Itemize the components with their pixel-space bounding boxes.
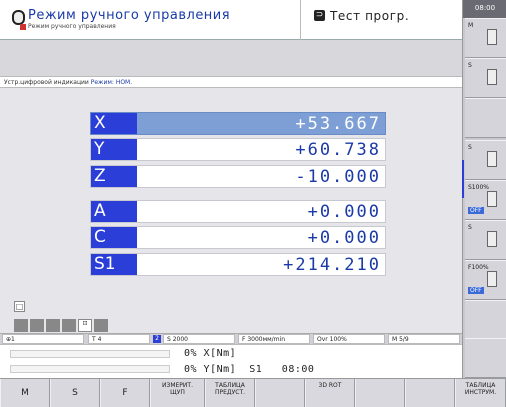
info-tool: T 4 — [88, 334, 150, 344]
info-override: Ovr 100% — [313, 334, 385, 344]
axis-row-s1[interactable]: S1 +214.210 — [90, 253, 386, 276]
softkey-9[interactable] — [405, 379, 455, 407]
info-point: ⊕1 — [2, 334, 84, 344]
off-badge: OFF — [468, 207, 484, 214]
axis-label: C — [91, 227, 137, 248]
position-display: X +53.667 Y +60.738 Z -10.000 A +0.000 C +0.000 S1… — [0, 88, 462, 333]
load-text-y: 0% Y[Nm] S1 08:00 — [184, 364, 315, 375]
mode-subtitle: Режим ручного управления — [28, 23, 116, 30]
status-square-icon — [30, 319, 44, 332]
tool-status-icon: ⊡ — [78, 319, 92, 332]
axis-row-c[interactable]: C +0.000 — [90, 226, 386, 249]
side-softkey-tag: F100% — [468, 264, 489, 271]
side-softkey-2[interactable]: S — [465, 58, 506, 98]
axis-row-a[interactable]: A +0.000 — [90, 200, 386, 223]
softkey-label: ИЗМЕРИТ. ЩУП — [162, 382, 193, 396]
side-softkey-tag: S100% — [468, 184, 489, 191]
softkey-5[interactable]: ТАБЛИЦА ПРЕДУСТ. — [205, 379, 255, 407]
info-spindle: S 2000 — [163, 334, 235, 344]
axis-label: S1 — [91, 254, 137, 275]
load-area: 0% X[Nm] 0% Y[Nm] S1 08:00 — [0, 344, 462, 378]
info-bar: ⊕1 T 4 2 S 2000 F 3000мм/min Ovr 100% M … — [0, 333, 462, 344]
axis-value: +60.738 — [295, 140, 381, 160]
load-bar-y — [10, 365, 170, 373]
side-softkey-9[interactable] — [465, 338, 506, 378]
side-softkey-6[interactable]: S — [465, 220, 506, 260]
manual-mode-icon — [12, 10, 25, 25]
info-mfunc: M 5/9 — [388, 334, 460, 344]
off-badge: OFF — [468, 287, 484, 294]
mode-sub-icon — [20, 24, 26, 30]
side-softkey-1[interactable]: M — [465, 18, 506, 58]
clock: 08:00 — [463, 0, 506, 18]
info-feed: F 3000мм/min — [238, 334, 310, 344]
axis-row-x[interactable]: X +53.667 — [90, 112, 386, 135]
axis-row-z[interactable]: Z -10.000 — [90, 165, 386, 188]
softkey-label: ТАБЛИЦА ПРЕДУСТ. — [214, 382, 246, 396]
status-line: Устр.цифровой индикации Режим: НОМ. — [0, 76, 462, 88]
status-label: Устр.цифровой индикации — [4, 79, 89, 86]
spindle-icon — [487, 69, 497, 85]
axis-label: A — [91, 201, 137, 222]
status-square-icon — [14, 319, 28, 332]
side-softkey-5[interactable]: S100% OFF — [465, 180, 506, 220]
side-softkey-tag: M — [468, 22, 474, 29]
status-square-icon — [62, 319, 76, 332]
side-softkey-tag: S — [468, 62, 472, 69]
axis-value: +0.000 — [307, 228, 381, 248]
mode-title: Режим ручного управления — [28, 8, 231, 23]
axis-label: Z — [91, 166, 137, 187]
softkey-7[interactable]: 3D ROT — [305, 379, 355, 407]
softkey-4[interactable]: ИЗМЕРИТ. ЩУП — [150, 379, 205, 407]
softkey-10[interactable]: ТАБЛИЦА ИНСТРУМ. — [455, 379, 506, 407]
load-bar-x — [10, 350, 170, 358]
side-softkey-4[interactable]: S — [465, 140, 506, 180]
side-softkey-3[interactable] — [465, 98, 506, 138]
status-square-icon — [94, 319, 108, 332]
side-accent — [462, 160, 464, 198]
side-softkey-tag: S — [468, 144, 472, 151]
status-square-icon — [46, 319, 60, 332]
softkey-label: M — [21, 388, 29, 398]
softkey-bar: M S F ИЗМЕРИТ. ЩУП ТАБЛИЦА ПРЕДУСТ. 3D ROT ТАБ… — [0, 378, 506, 407]
header: Режим ручного управления Режим ручного у… — [0, 0, 462, 40]
axis-value: +53.667 — [295, 114, 381, 134]
softkey-label: F — [122, 388, 128, 398]
spindle-icon — [487, 29, 497, 45]
axis-label: Y — [91, 139, 137, 160]
side-softkey-7[interactable]: F100% OFF — [465, 260, 506, 300]
spindle-icon — [487, 191, 497, 207]
side-softkey-8[interactable] — [465, 300, 506, 340]
softkey-label: 3D ROT — [318, 382, 342, 389]
axis-label: X — [91, 113, 137, 134]
axis-value: +214.210 — [283, 255, 381, 275]
softkey-1[interactable]: M — [0, 379, 50, 407]
axis-value: +0.000 — [307, 202, 381, 222]
program-run-icon: ⊃ — [314, 10, 325, 21]
softkey-8[interactable] — [355, 379, 405, 407]
spindle-icon — [487, 231, 497, 247]
spindle-icon — [487, 271, 497, 287]
axis-value: -10.000 — [295, 167, 381, 187]
softkey-6[interactable] — [255, 379, 305, 407]
side-softkeys: 08:00 M S S S100% OFF S F100% OFF — [462, 0, 506, 378]
spindle-badge: 2 — [153, 335, 161, 343]
small-frame-icon[interactable]: □ — [14, 301, 25, 312]
load-text-x: 0% X[Nm] — [184, 348, 237, 359]
softkey-label: ТАБЛИЦА ИНСТРУМ. — [464, 382, 497, 396]
softkey-label: S — [72, 388, 78, 398]
run-mode-title[interactable]: Тест прогр. — [330, 9, 409, 23]
header-divider — [300, 0, 301, 40]
spindle-icon — [487, 151, 497, 167]
axis-row-y[interactable]: Y +60.738 — [90, 138, 386, 161]
softkey-3[interactable]: F — [100, 379, 150, 407]
side-softkey-tag: S — [468, 224, 472, 231]
status-mode: Режим: НОМ. — [90, 79, 133, 86]
softkey-2[interactable]: S — [50, 379, 100, 407]
